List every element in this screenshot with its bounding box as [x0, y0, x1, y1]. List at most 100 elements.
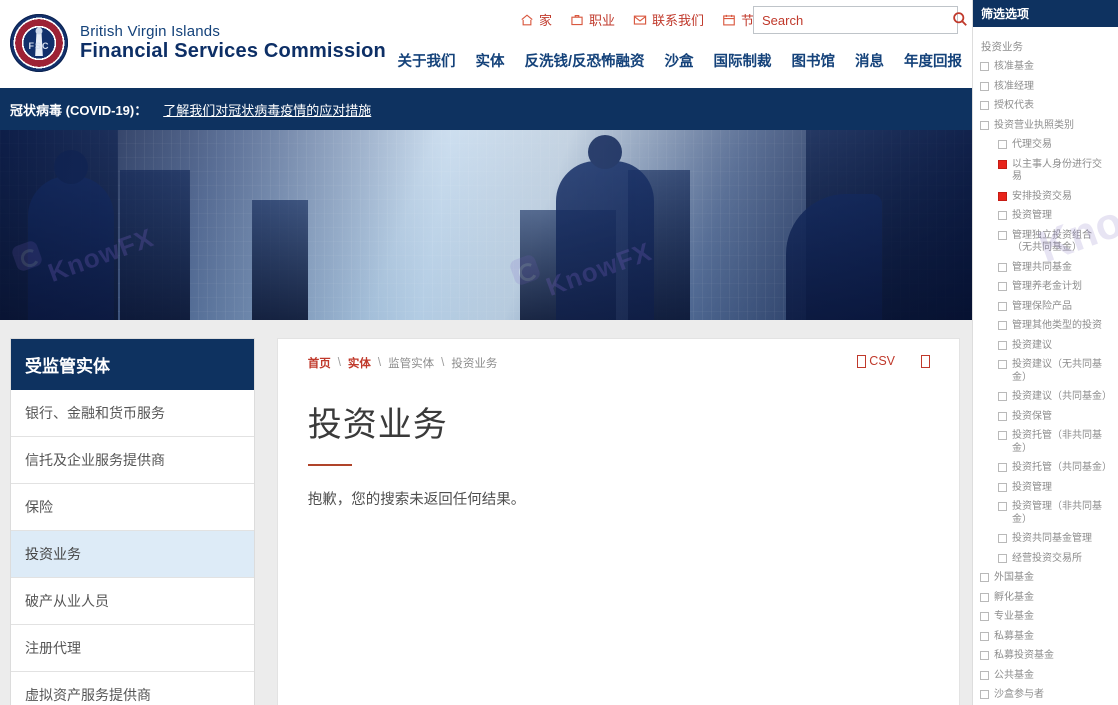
export-csv-button[interactable]: CSV — [857, 354, 895, 368]
checkbox-icon[interactable] — [998, 282, 1007, 291]
filter-option-25[interactable]: 专业基金 — [980, 611, 1111, 624]
nav-annual-returns[interactable]: 年度回报 — [904, 50, 962, 71]
checkbox-icon[interactable] — [998, 392, 1007, 401]
filter-option-26[interactable]: 私募基金 — [980, 631, 1111, 644]
sidebar-item-trust-company[interactable]: 信托及企业服务提供商 — [11, 437, 254, 484]
filter-option-11[interactable]: 管理保险产品 — [980, 301, 1111, 314]
filter-option-20[interactable]: 投资管理（非共同基金） — [980, 501, 1111, 526]
nav-about[interactable]: 关于我们 — [397, 50, 455, 71]
filter-option-13[interactable]: 投资建议 — [980, 340, 1111, 353]
filter-option-8[interactable]: 管理独立投资组合（无共同基金） — [980, 230, 1111, 255]
checkbox-icon[interactable] — [998, 463, 1007, 472]
sidebar-item-vasp[interactable]: 虚拟资产服务提供商 — [11, 672, 254, 705]
checkbox-icon[interactable] — [980, 612, 989, 621]
nav-aml-cft[interactable]: 反洗钱/反恐怖融资 — [524, 50, 644, 71]
search-input[interactable] — [754, 7, 946, 33]
filter-option-22[interactable]: 经营投资交易所 — [980, 553, 1111, 566]
nav-news[interactable]: 消息 — [855, 50, 884, 71]
checkbox-icon[interactable] — [998, 340, 1007, 350]
checkbox-icon[interactable] — [980, 651, 989, 660]
checkbox-icon[interactable] — [980, 573, 989, 582]
filter-option-16[interactable]: 投资保管 — [980, 411, 1111, 424]
filter-option-15[interactable]: 投资建议（共同基金） — [980, 391, 1112, 404]
filter-option-9[interactable]: 管理共同基金 — [980, 262, 1111, 275]
home-icon — [520, 13, 534, 27]
checkbox-icon[interactable] — [998, 360, 1007, 369]
checkbox-icon[interactable] — [980, 592, 989, 602]
checkbox-icon[interactable] — [980, 670, 989, 680]
filter-option-23[interactable]: 外国基金 — [980, 572, 1111, 585]
filter-option-1[interactable]: 核准经理 — [980, 81, 1111, 94]
util-nav-careers[interactable]: 职业 — [570, 10, 615, 29]
checkbox-icon[interactable] — [998, 534, 1007, 543]
filter-option-8-label: 管理独立投资组合（无共同基金） — [1012, 229, 1092, 254]
sidebar-item-insolvency[interactable]: 破产从业人员 — [11, 578, 254, 625]
covid-banner-link[interactable]: 了解我们对冠状病毒疫情的应对措施 — [163, 100, 371, 119]
checkbox-icon[interactable] — [980, 631, 989, 641]
sidebar-item-banking[interactable]: 银行、金融和货币服务 — [11, 390, 254, 437]
site-search[interactable] — [753, 6, 967, 34]
filter-option-7[interactable]: 投资管理 — [980, 210, 1111, 223]
checkbox-icon[interactable] — [980, 62, 989, 71]
util-nav-contact[interactable]: 联系我们 — [633, 10, 704, 29]
brand-line-1: British Virgin Islands — [80, 22, 221, 40]
export-csv-label: CSV — [869, 354, 895, 368]
checkbox-icon[interactable] — [980, 690, 989, 699]
print-button[interactable] — [921, 354, 930, 368]
filter-option-0[interactable]: 核准基金 — [980, 61, 1111, 74]
filter-option-21-label: 投资共同基金管理 — [1012, 533, 1092, 544]
filter-option-14[interactable]: 投资建议（无共同基金） — [980, 359, 1111, 384]
breadcrumb-item-home[interactable]: 首页 — [308, 355, 331, 371]
checkbox-icon[interactable] — [998, 431, 1007, 440]
checkbox-icon[interactable] — [998, 211, 1007, 220]
site-logo[interactable]: FSC British Virgin Islands Financial Ser… — [10, 14, 386, 72]
checkbox-icon[interactable] — [998, 262, 1007, 272]
download-csv-icon — [857, 354, 867, 368]
search-button[interactable] — [946, 7, 972, 33]
filter-option-19[interactable]: 投资管理 — [980, 482, 1111, 495]
filter-option-21[interactable]: 投资共同基金管理 — [980, 533, 1111, 546]
filter-option-2[interactable]: 授权代表 — [980, 100, 1111, 113]
nav-entities[interactable]: 实体 — [475, 50, 504, 71]
filter-option-6[interactable]: 安排投资交易 — [980, 191, 1111, 204]
brand-text: British Virgin Islands Financial Service… — [80, 23, 386, 63]
checkbox-checked-icon[interactable] — [998, 159, 1007, 169]
checkbox-icon[interactable] — [998, 411, 1007, 421]
filter-option-4[interactable]: 代理交易 — [980, 139, 1111, 152]
filter-option-3[interactable]: 投资营业执照类别 — [980, 120, 1111, 133]
checkbox-icon[interactable] — [980, 120, 989, 130]
nav-sandbox[interactable]: 沙盒 — [665, 50, 694, 71]
checkbox-icon[interactable] — [998, 553, 1007, 563]
checkbox-icon[interactable] — [998, 140, 1007, 149]
filter-option-10[interactable]: 管理养老金计划 — [980, 281, 1111, 294]
nav-international-sanctions[interactable]: 国际制裁 — [714, 50, 772, 71]
sidebar-item-investment-business[interactable]: 投资业务 — [11, 531, 254, 578]
filter-option-24[interactable]: 孵化基金 — [980, 592, 1111, 605]
checkbox-icon[interactable] — [980, 81, 989, 91]
breadcrumb-item-entities[interactable]: 实体 — [348, 355, 371, 371]
filter-option-20-label: 投资管理（非共同基金） — [1012, 501, 1102, 525]
checkbox-icon[interactable] — [998, 230, 1007, 240]
envelope-icon — [633, 13, 647, 27]
sidebar-item-registered-agents[interactable]: 注册代理 — [11, 625, 254, 672]
sidebar-item-insurance[interactable]: 保险 — [11, 484, 254, 531]
util-nav-home[interactable]: 家 — [520, 10, 552, 29]
checkbox-icon[interactable] — [998, 301, 1007, 311]
filter-option-5[interactable]: 以主事人身份进行交易 — [980, 159, 1111, 184]
filter-option-18[interactable]: 投资托管（共同基金） — [980, 462, 1112, 475]
breadcrumb-item-regulated-entities[interactable]: 监管实体 — [388, 355, 434, 371]
filter-option-17[interactable]: 投资托管（非共同基金） — [980, 430, 1111, 455]
checkbox-icon[interactable] — [998, 321, 1007, 330]
filter-option-28[interactable]: 公共基金 — [980, 670, 1111, 683]
filter-option-24-label: 孵化基金 — [994, 591, 1034, 603]
checkbox-icon[interactable] — [998, 482, 1007, 492]
filter-option-29[interactable]: 沙盒参与者 — [980, 689, 1111, 702]
checkbox-icon[interactable] — [980, 101, 989, 110]
nav-library[interactable]: 图书馆 — [792, 50, 836, 71]
filter-option-1-label: 核准经理 — [994, 80, 1034, 92]
checkbox-checked-icon[interactable] — [998, 191, 1007, 201]
filter-option-27[interactable]: 私募投资基金 — [980, 650, 1111, 663]
checkbox-icon[interactable] — [998, 502, 1007, 511]
filter-option-12[interactable]: 管理其他类型的投资 — [980, 320, 1111, 333]
covid-banner-label: 冠状病毒 (COVID-19)： — [10, 102, 148, 118]
